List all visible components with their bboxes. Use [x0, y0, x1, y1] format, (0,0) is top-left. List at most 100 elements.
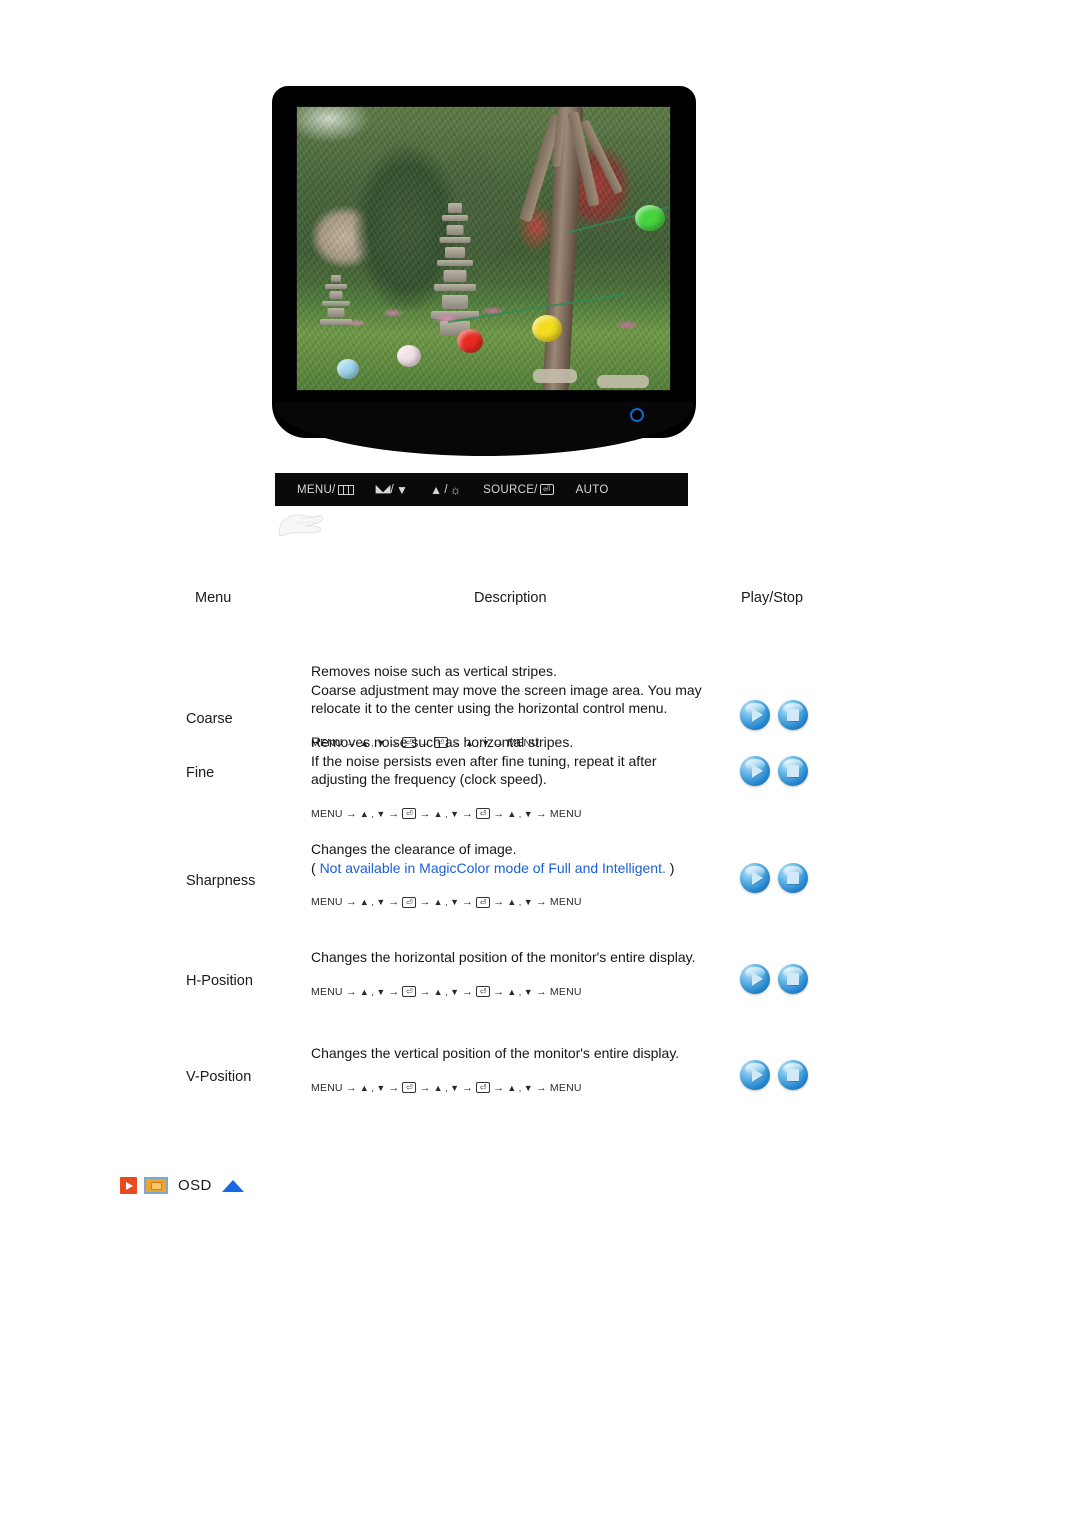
desc-line: Changes the horizontal position of the m…	[311, 949, 696, 965]
key-sequence: MENU → ▲ , ▼ → ⏎ → ▲ , ▼ → ⏎ → ▲ , ▼ → M…	[311, 983, 711, 1002]
paper-lantern	[635, 205, 665, 231]
menu-button-label: MENU/	[297, 483, 336, 496]
osd-label: OSD	[178, 1177, 212, 1194]
key-sequence: MENU → ▲ , ▼ → ⏎ → ▲ , ▼ → ⏎ → ▲ , ▼ → M…	[311, 893, 711, 912]
playstop-cell	[740, 756, 808, 786]
scroll-up-icon[interactable]	[221, 1179, 244, 1192]
table-row: Fine Removes noise such as horizontal st…	[178, 734, 858, 844]
osd-box-icon	[337, 484, 354, 495]
key-menu: MENU	[311, 896, 343, 908]
key-updown: ▲ , ▼	[359, 808, 386, 819]
key-menu: MENU	[549, 985, 582, 998]
arrow-right-icon: →	[461, 1081, 474, 1094]
key-updown: ▲ , ▼	[433, 986, 459, 997]
arrow-right-icon: →	[493, 807, 505, 820]
enter-key-icon: ⏎	[476, 896, 491, 908]
source-button[interactable]: SOURCE/ ⏎	[483, 484, 554, 496]
enter-key-icon: ⏎	[402, 1082, 417, 1094]
play-icon[interactable]	[120, 1177, 137, 1194]
stop-icon	[778, 863, 808, 893]
key-updown: ▲ , ▼	[433, 1082, 459, 1093]
monitor-figure	[272, 86, 696, 456]
key-updown: ▲ , ▼	[507, 986, 533, 997]
play-button[interactable]	[740, 756, 770, 786]
osd-footer: OSD	[120, 1177, 244, 1194]
desc-line: Changes the clearance of image.	[311, 841, 517, 857]
play-icon	[740, 863, 770, 893]
enter-key-icon: ⏎	[539, 484, 554, 495]
arrow-right-icon: →	[535, 985, 547, 998]
row-description: Changes the vertical position of the mon…	[311, 1044, 711, 1097]
key-updown: ▲ , ▼	[359, 1082, 386, 1093]
arrow-right-icon: →	[493, 985, 505, 998]
arrow-right-icon: →	[461, 896, 474, 908]
arrow-right-icon: →	[461, 807, 474, 820]
arrow-right-icon: →	[419, 807, 431, 820]
desc-line: Coarse adjustment may move the screen im…	[311, 681, 702, 717]
stop-button[interactable]	[778, 700, 808, 730]
play-icon	[740, 1060, 770, 1090]
paper-lantern	[397, 345, 421, 367]
monitor-control-bar: MENU/ ◣◢ / ▼ ▲ / ☼ SOURCE/ ⏎ AUTO	[275, 473, 688, 506]
stop-button[interactable]	[778, 1060, 808, 1090]
contrast-icon: ◣◢	[375, 483, 391, 495]
key-menu: MENU	[311, 807, 343, 820]
playstop-cell	[740, 964, 808, 994]
stop-button[interactable]	[778, 863, 808, 893]
table-row: V-Position Changes the vertical position…	[178, 1045, 858, 1144]
auto-button[interactable]: AUTO	[576, 484, 609, 496]
menu-button[interactable]: MENU/	[297, 484, 354, 496]
brightness-sun-icon: ☼	[449, 482, 462, 497]
key-updown: ▲ , ▼	[359, 897, 386, 907]
menu-name-fine: Fine	[186, 765, 215, 781]
separator-slash: /	[444, 483, 448, 496]
enter-key-icon: ⏎	[476, 808, 491, 820]
menu-name-coarse: Coarse	[186, 711, 233, 727]
key-sequence: MENU → ▲ , ▼ → ⏎ → ▲ , ▼ → ⏎ → ▲ , ▼ → M…	[311, 805, 711, 824]
contrast-button[interactable]: ◣◢ / ▼	[376, 484, 409, 496]
table-row: Coarse Removes noise such as vertical st…	[178, 619, 858, 749]
playstop-cell	[740, 863, 808, 893]
key-updown: ▲ , ▼	[433, 808, 459, 819]
play-button[interactable]	[740, 964, 770, 994]
arrow-right-icon: →	[535, 896, 547, 908]
osd-menu-table: Menu Description Play/Stop Coarse Remove…	[178, 585, 858, 1144]
stop-button[interactable]	[778, 964, 808, 994]
play-button[interactable]	[740, 700, 770, 730]
stop-icon	[778, 756, 808, 786]
arrow-right-icon: →	[535, 807, 547, 820]
stop-button[interactable]	[778, 756, 808, 786]
up-arrow-icon: ▲	[430, 482, 443, 497]
key-updown: ▲ , ▼	[507, 808, 533, 819]
menu-name-sharpness: Sharpness	[186, 873, 256, 889]
arrow-right-icon: →	[419, 896, 431, 908]
row-description: Removes noise such as horizontal stripes…	[311, 733, 711, 823]
arrow-right-icon: →	[388, 807, 400, 820]
menu-name-v-position: V-Position	[186, 1069, 252, 1085]
arrow-right-icon: →	[419, 985, 431, 998]
hand-cursor-icon	[278, 514, 323, 537]
desc-line: Removes noise such as vertical stripes.	[311, 663, 557, 679]
separator-slash: /	[390, 483, 394, 496]
power-led-ring	[630, 408, 644, 422]
play-button[interactable]	[740, 1060, 770, 1090]
key-menu: MENU	[549, 896, 582, 908]
play-icon	[740, 756, 770, 786]
arrow-right-icon: →	[535, 1081, 547, 1094]
column-header-menu: Menu	[195, 590, 232, 606]
brightness-button[interactable]: ▲ / ☼	[430, 484, 461, 496]
playstop-cell	[740, 700, 808, 730]
arrow-right-icon: →	[461, 985, 474, 998]
row-description: Changes the horizontal position of the m…	[311, 948, 711, 1001]
arrow-right-icon: →	[388, 985, 400, 998]
column-header-playstop: Play/Stop	[741, 590, 804, 606]
column-header-description: Description	[474, 590, 547, 606]
key-menu: MENU	[549, 1081, 582, 1094]
paper-lantern	[337, 359, 359, 379]
monitor-icon[interactable]	[144, 1177, 168, 1194]
play-button[interactable]	[740, 863, 770, 893]
menu-name-h-position: H-Position	[186, 973, 253, 989]
auto-button-label: AUTO	[575, 483, 609, 496]
key-updown: ▲ , ▼	[507, 1082, 533, 1093]
arrow-right-icon: →	[388, 1081, 400, 1094]
